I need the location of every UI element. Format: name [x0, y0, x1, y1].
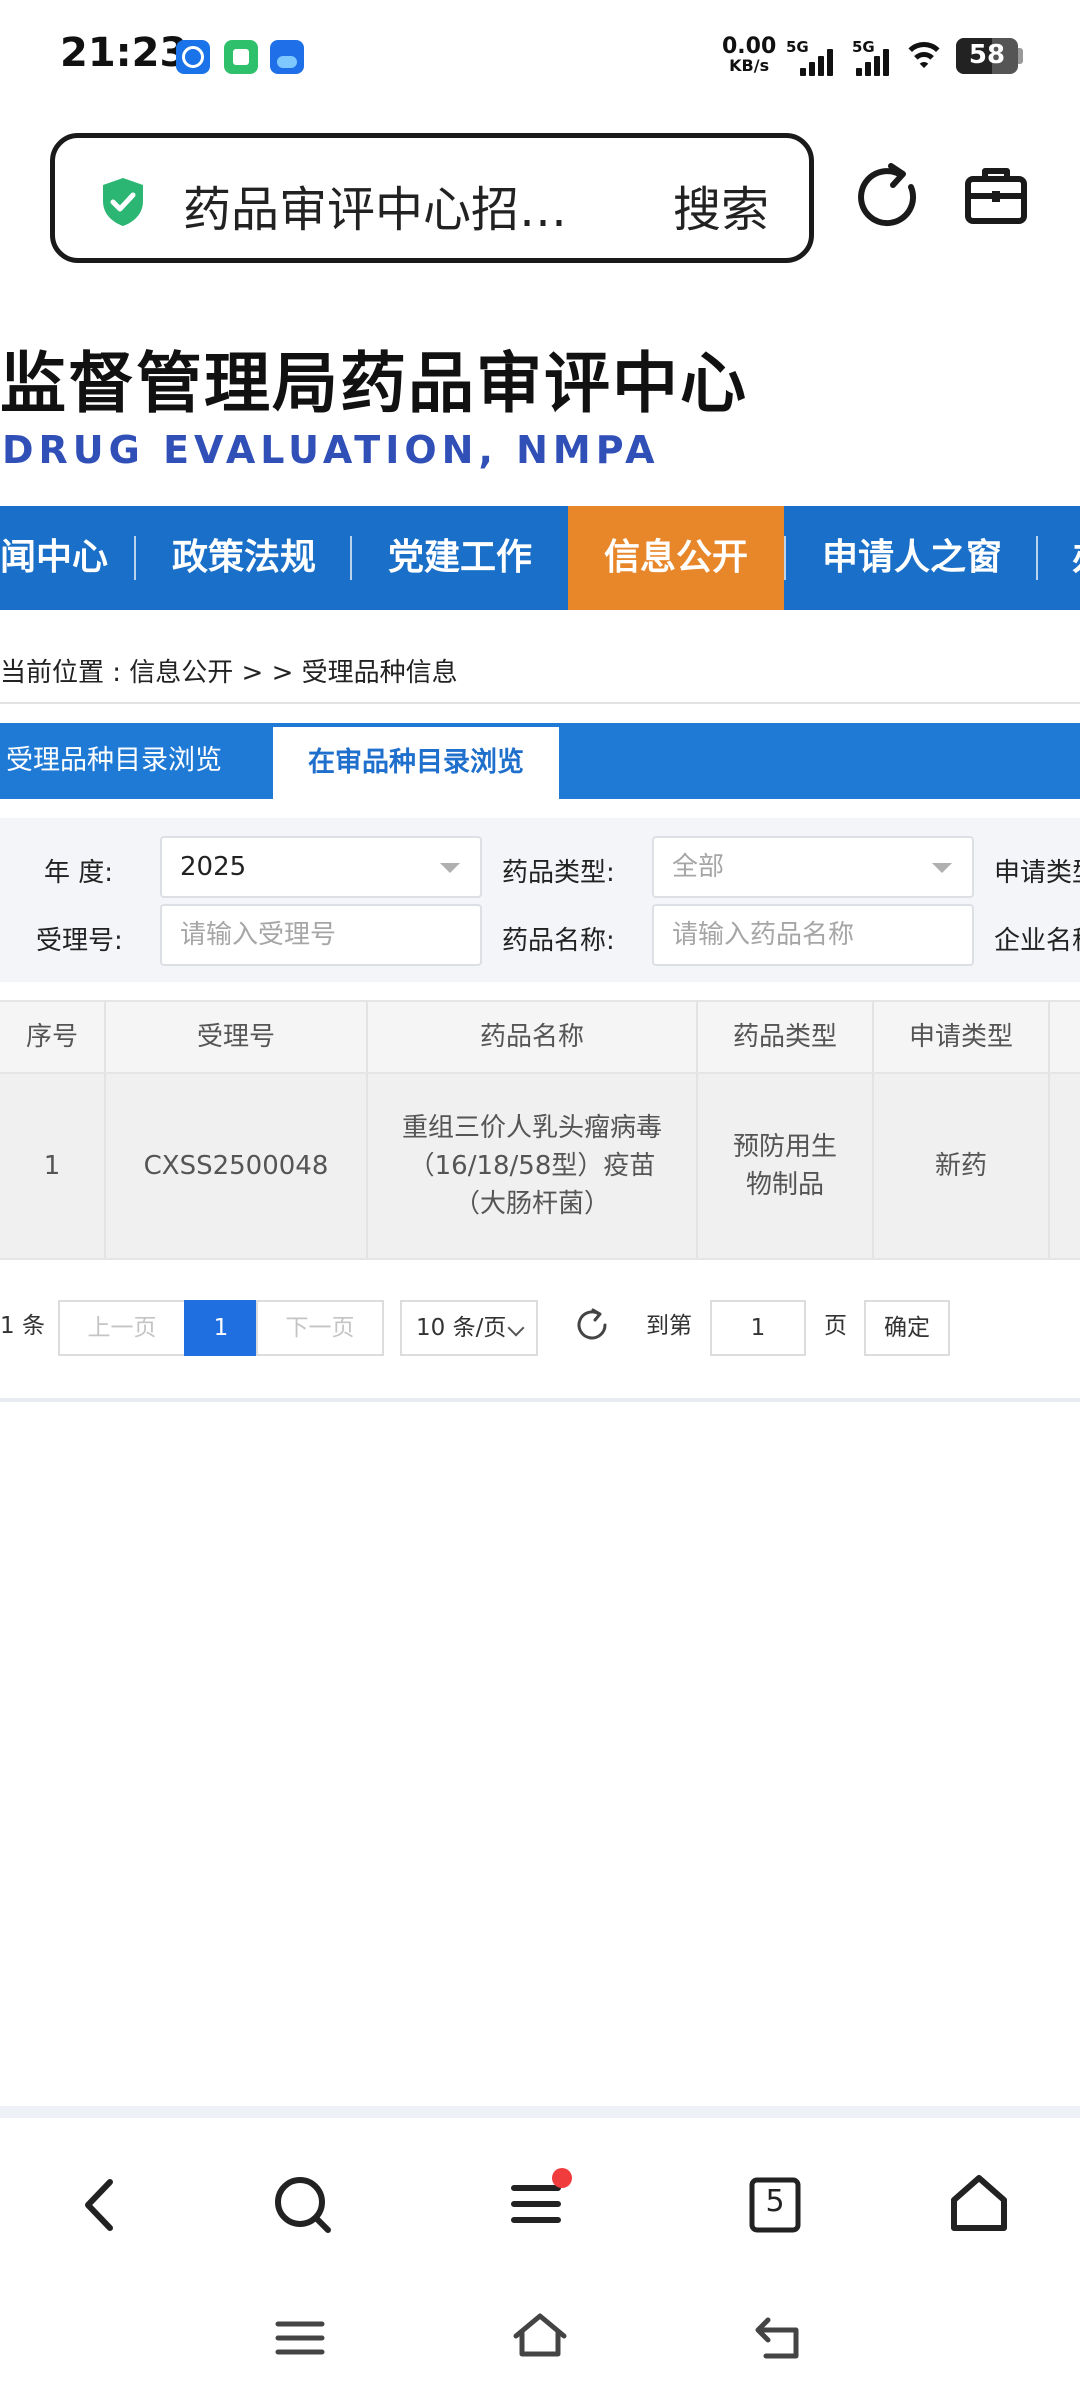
nav-item-party[interactable]: 党建工作 [388, 506, 532, 610]
battery-level: 58 [968, 40, 1006, 70]
cell-apply-type: 新药 [874, 1074, 1050, 1258]
home-icon[interactable] [944, 2168, 1014, 2238]
header-drug-type: 药品类型 [698, 1002, 874, 1072]
cell-accept-no: CXSS2500048 [106, 1074, 368, 1258]
cell-drug-type: 预防用生物制品 [698, 1074, 874, 1258]
system-home-icon[interactable] [510, 2310, 570, 2362]
header-no: 序号 [0, 1002, 106, 1072]
refresh-icon[interactable] [855, 163, 925, 233]
sim1-label: 5G [786, 38, 809, 56]
chevron-down-icon [507, 1319, 525, 1337]
results-table: 序号 受理号 药品名称 药品类型 申请类型 1 CXSS2500048 重组三价… [0, 1000, 1080, 1260]
header-accept-no: 受理号 [106, 1002, 368, 1072]
mi-app-icon [224, 40, 258, 74]
accept-no-label: 受理号: [36, 926, 123, 956]
next-page-button[interactable]: 下一页 [256, 1300, 384, 1356]
goto-page-input[interactable]: 1 [710, 1300, 806, 1356]
autohome-app-icon [270, 40, 304, 74]
nav-separator [784, 536, 786, 580]
search-button[interactable]: 搜索 [673, 170, 769, 240]
chevron-down-icon [440, 863, 460, 873]
battery-tip [1018, 48, 1023, 64]
status-time: 21:23 [60, 30, 188, 76]
header-drug-name: 药品名称 [368, 1002, 698, 1072]
drug-name-input[interactable]: 请输入药品名称 [652, 904, 974, 966]
sim1-signal-icon: 5G [786, 38, 846, 76]
table-row[interactable]: 1 CXSS2500048 重组三价人乳头瘤病毒（16/18/58型）疫苗（大肠… [0, 1074, 1080, 1260]
drug-type-value: 全部 [672, 852, 725, 882]
nav-item-info-disclosure[interactable]: 信息公开 [568, 506, 784, 610]
network-speed-value: 0.00 [722, 34, 777, 59]
battery-icon: 58 [956, 38, 1018, 74]
network-speed-unit: KB/s [729, 56, 770, 75]
pagination: 1 条 上一页 1 下一页 10 条/页 到第 1 页 确定 [0, 1300, 1080, 1356]
status-bar: 21:23 0.00 KB/s 5G 5G 58 [0, 0, 1080, 118]
browser-bottom-bar: 5 [0, 2118, 1080, 2400]
wifi-icon [902, 40, 946, 76]
site-subtitle: DRUG EVALUATION, NMPA [2, 428, 660, 472]
back-icon[interactable] [66, 2170, 136, 2240]
tab-under-review-catalog[interactable]: 在审品种目录浏览 [273, 727, 559, 799]
page-size-select[interactable]: 10 条/页 [400, 1300, 538, 1356]
page-1-button[interactable]: 1 [184, 1300, 258, 1356]
prev-page-button[interactable]: 上一页 [58, 1300, 186, 1356]
confirm-button[interactable]: 确定 [864, 1300, 950, 1356]
k-app-icon [176, 40, 210, 74]
nav-item-more[interactable]: 办 [1072, 506, 1080, 610]
divider [0, 702, 1080, 704]
year-label: 年 度: [44, 858, 114, 888]
nav-item-policy[interactable]: 政策法规 [172, 506, 316, 610]
search-icon[interactable] [268, 2170, 338, 2240]
site-title: 监督管理局药品审评中心 [0, 345, 748, 422]
cell-drug-name: 重组三价人乳头瘤病毒（16/18/58型）疫苗（大肠杆菌） [368, 1074, 698, 1258]
nav-separator [1036, 536, 1038, 580]
filter-panel: 年 度: 2025 药品类型: 全部 申请类型 受理号: 请输入受理号 药品名称… [0, 818, 1080, 982]
drug-name-label: 药品名称: [502, 926, 615, 956]
apply-type-label: 申请类型 [994, 858, 1080, 888]
drug-type-select[interactable]: 全部 [652, 836, 974, 898]
reload-icon[interactable] [572, 1305, 612, 1345]
nav-item-applicant-window[interactable]: 申请人之窗 [822, 506, 1002, 610]
tab-bar: 受理品种目录浏览 在审品种目录浏览 [0, 723, 1080, 799]
system-back-icon[interactable] [752, 2312, 808, 2362]
shield-icon [103, 178, 143, 226]
page-unit-label: 页 [824, 1313, 847, 1339]
accept-no-input[interactable]: 请输入受理号 [160, 904, 482, 966]
header-apply-type: 申请类型 [874, 1002, 1050, 1072]
chevron-down-icon [932, 863, 952, 873]
network-speed: 0.00 KB/s [722, 36, 776, 74]
company-name-label: 企业名称 [994, 926, 1080, 956]
toolbox-icon[interactable] [963, 163, 1029, 229]
main-nav: 闻中心 政策法规 党建工作 信息公开 申请人之窗 办 [0, 506, 1080, 610]
year-select[interactable]: 2025 [160, 836, 482, 898]
year-value: 2025 [180, 852, 247, 882]
nav-separator [134, 536, 136, 580]
tab-count: 5 [765, 2184, 785, 2219]
sim2-label: 5G [852, 38, 875, 56]
nav-item-news[interactable]: 闻中心 [0, 506, 108, 610]
drug-type-label: 药品类型: [502, 858, 615, 888]
table-header: 序号 受理号 药品名称 药品类型 申请类型 [0, 1000, 1080, 1074]
nav-separator [350, 536, 352, 580]
goto-label: 到第 [646, 1313, 692, 1339]
cell-no: 1 [0, 1074, 106, 1258]
url-text[interactable]: 药品审评中心招… [183, 170, 567, 240]
page-size-value: 10 条/页 [416, 1315, 507, 1341]
notification-dot [552, 2168, 572, 2188]
total-count: 1 条 [0, 1313, 45, 1339]
tab-accepted-catalog[interactable]: 受理品种目录浏览 [6, 723, 222, 799]
breadcrumb: 当前位置 : 信息公开 > > 受理品种信息 [0, 658, 458, 688]
page-footer-edge [0, 2106, 1080, 2118]
tabs-button[interactable]: 5 [740, 2170, 810, 2240]
recent-apps-icon[interactable] [272, 2316, 328, 2360]
content-bottom-border [0, 1398, 1080, 1402]
address-bar[interactable]: 药品审评中心招… 搜索 [50, 133, 814, 263]
menu-icon[interactable] [504, 2166, 574, 2236]
